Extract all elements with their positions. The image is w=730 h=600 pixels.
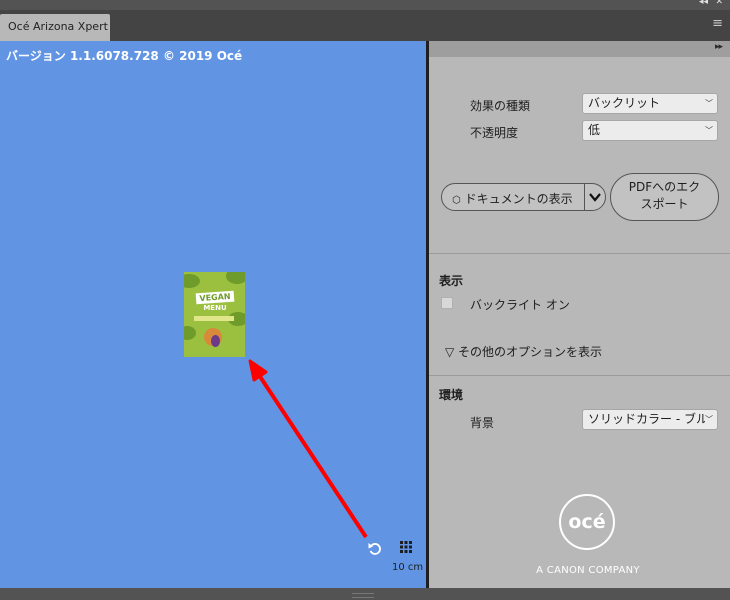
opacity-value: 低: [588, 123, 601, 137]
document-view-button[interactable]: ⬡ ドキュメントの表示: [441, 183, 606, 211]
backlight-label[interactable]: バックライト オン: [470, 296, 570, 313]
opacity-label: 不透明度: [470, 126, 519, 140]
effect-type-value: バックリット: [588, 96, 661, 110]
more-options-toggle[interactable]: ▽ その他のオプションを表示: [445, 343, 602, 360]
opacity-select[interactable]: 低 ﹀: [582, 120, 718, 141]
section-divider: [429, 253, 730, 254]
grid-icon[interactable]: [400, 541, 412, 553]
chevron-down-icon[interactable]: [589, 191, 601, 203]
chevron-down-icon: ﹀: [705, 99, 713, 108]
section-divider: [429, 375, 730, 376]
environment-section-title: 環境: [439, 388, 464, 402]
oce-logo: océ: [559, 494, 615, 550]
chevron-down-icon: ﹀: [705, 126, 713, 135]
company-tagline: A CANON COMPANY: [536, 565, 640, 576]
pdf-export-button[interactable]: PDFへのエク スポート: [610, 173, 719, 221]
close-icon[interactable]: ✕: [715, 0, 723, 7]
background-select[interactable]: ソリッドカラー - ブル ﹀: [582, 409, 718, 430]
annotation-arrow: [248, 359, 368, 539]
background-label: 背景: [470, 416, 495, 430]
effect-type-label: 効果の種類: [470, 99, 531, 113]
expand-panel-icon[interactable]: ▸▸: [715, 42, 723, 52]
rotate-icon[interactable]: [367, 541, 383, 557]
chevron-down-icon: ﹀: [705, 410, 713, 429]
background-value: ソリッドカラー - ブル: [588, 412, 708, 426]
settings-panel: ▸▸ 効果の種類 バックリット ﹀ 不透明度 低 ﹀ ⬡ ドキュメントの表示 P…: [429, 41, 730, 588]
tab-bar: Océ Arizona Xpert ≡: [0, 10, 730, 41]
preview-canvas[interactable]: バージョン 1.1.6078.728 © 2019 Océ VEGAN MENU…: [0, 41, 426, 588]
cube-icon: ⬡: [452, 195, 461, 206]
window-top-strip: ◂◂ ✕: [0, 0, 730, 10]
panel-header: ▸▸: [429, 41, 730, 57]
document-view-label: ⬡ ドキュメントの表示: [452, 192, 573, 206]
display-section-title: 表示: [439, 274, 464, 288]
pdf-export-label-line1: PDFへのエク: [628, 180, 701, 194]
backlight-checkbox[interactable]: [441, 297, 453, 309]
tab-oce-arizona-xpert[interactable]: Océ Arizona Xpert: [0, 14, 110, 41]
button-separator: [584, 184, 585, 210]
panel-menu-icon[interactable]: ≡: [712, 17, 723, 30]
resize-grip[interactable]: [352, 593, 374, 598]
pdf-export-label-line2: スポート: [640, 197, 689, 211]
svg-text:océ: océ: [568, 511, 605, 533]
scale-label: 10 cm: [392, 562, 424, 573]
collapse-panels-icon[interactable]: ◂◂: [699, 0, 708, 7]
effect-type-select[interactable]: バックリット ﹀: [582, 93, 718, 114]
